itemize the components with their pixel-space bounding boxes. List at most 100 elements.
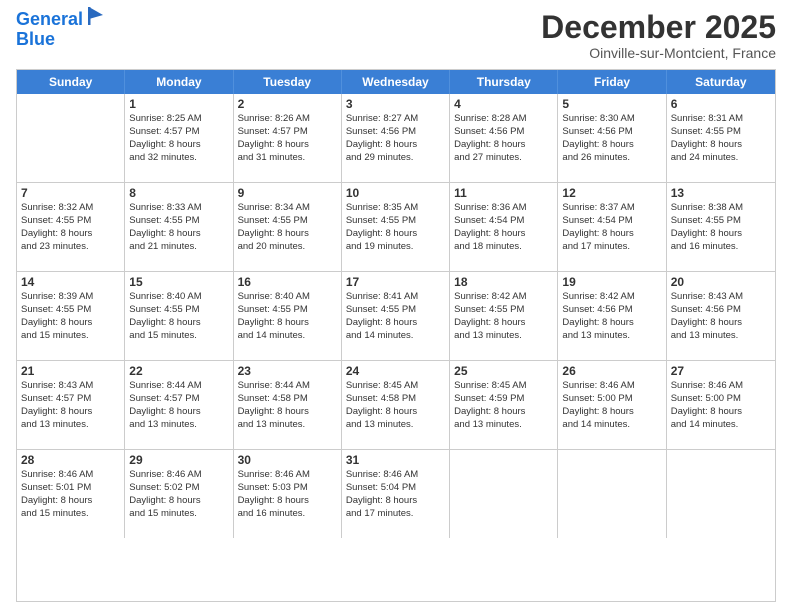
calendar-cell (558, 450, 666, 538)
calendar-cell: 7Sunrise: 8:32 AMSunset: 4:55 PMDaylight… (17, 183, 125, 271)
day-info: Sunrise: 8:39 AMSunset: 4:55 PMDaylight:… (21, 291, 120, 342)
calendar-cell: 27 Sunrise: 8:46 AMSunset: 5:00 PMDayligh… (667, 361, 775, 449)
calendar-cell: 31 Sunrise: 8:46 AMSunset: 5:04 PMDayligh… (342, 450, 450, 538)
title-section: December 2025 Oinville-sur-Montcient, Fr… (541, 10, 776, 61)
day-number: 22 (129, 364, 228, 378)
day-info: Sunrise: 8:46 AMSunset: 5:02 PMDaylight:… (129, 469, 228, 520)
calendar-cell: 5 Sunrise: 8:30 AMSunset: 4:56 PMDaylight… (558, 94, 666, 182)
calendar-cell (17, 94, 125, 182)
day-number: 4 (454, 97, 553, 111)
calendar-cell: 18 Sunrise: 8:42 AMSunset: 4:55 PMDayligh… (450, 272, 558, 360)
day-number: 11 (454, 186, 553, 200)
weekday-header: Thursday (450, 70, 558, 94)
calendar-cell: 20 Sunrise: 8:43 AMSunset: 4:56 PMDayligh… (667, 272, 775, 360)
calendar-row: 28Sunrise: 8:46 AMSunset: 5:01 PMDayligh… (17, 450, 775, 538)
calendar-header: SundayMondayTuesdayWednesdayThursdayFrid… (17, 70, 775, 94)
calendar-cell: 17Sunrise: 8:41 AMSunset: 4:55 PMDayligh… (342, 272, 450, 360)
day-info: Sunrise: 8:46 AMSunset: 5:00 PMDaylight:… (562, 380, 661, 431)
day-number: 21 (21, 364, 120, 378)
day-info: Sunrise: 8:46 AMSunset: 5:04 PMDaylight:… (346, 469, 445, 520)
weekday-header: Friday (558, 70, 666, 94)
day-number: 13 (671, 186, 771, 200)
day-info: Sunrise: 8:30 AMSunset: 4:56 PMDaylight:… (562, 113, 661, 164)
day-number: 18 (454, 275, 553, 289)
day-number: 26 (562, 364, 661, 378)
weekday-header: Sunday (17, 70, 125, 94)
calendar-row: 14Sunrise: 8:39 AMSunset: 4:55 PMDayligh… (17, 272, 775, 361)
day-number: 6 (671, 97, 771, 111)
calendar-cell: 16Sunrise: 8:40 AMSunset: 4:55 PMDayligh… (234, 272, 342, 360)
day-info: Sunrise: 8:31 AMSunset: 4:55 PMDaylight:… (671, 113, 771, 164)
day-info: Sunrise: 8:40 AMSunset: 4:55 PMDaylight:… (238, 291, 337, 342)
calendar-row: 1Sunrise: 8:25 AMSunset: 4:57 PMDaylight… (17, 94, 775, 183)
day-number: 5 (562, 97, 661, 111)
day-number: 25 (454, 364, 553, 378)
day-info: Sunrise: 8:42 AMSunset: 4:55 PMDaylight:… (454, 291, 553, 342)
calendar-cell: 28Sunrise: 8:46 AMSunset: 5:01 PMDayligh… (17, 450, 125, 538)
logo: General Blue (16, 10, 107, 50)
day-number: 15 (129, 275, 228, 289)
day-number: 19 (562, 275, 661, 289)
logo-text: General (16, 10, 83, 30)
day-info: Sunrise: 8:28 AMSunset: 4:56 PMDaylight:… (454, 113, 553, 164)
logo-icon (85, 5, 107, 27)
calendar-cell (667, 450, 775, 538)
day-info: Sunrise: 8:25 AMSunset: 4:57 PMDaylight:… (129, 113, 228, 164)
day-number: 30 (238, 453, 337, 467)
day-info: Sunrise: 8:45 AMSunset: 4:58 PMDaylight:… (346, 380, 445, 431)
calendar-body: 1Sunrise: 8:25 AMSunset: 4:57 PMDaylight… (17, 94, 775, 538)
calendar-cell: 9 Sunrise: 8:34 AMSunset: 4:55 PMDaylight… (234, 183, 342, 271)
day-number: 24 (346, 364, 445, 378)
day-number: 31 (346, 453, 445, 467)
day-info: Sunrise: 8:33 AMSunset: 4:55 PMDaylight:… (129, 202, 228, 253)
day-info: Sunrise: 8:32 AMSunset: 4:55 PMDaylight:… (21, 202, 120, 253)
calendar-row: 21Sunrise: 8:43 AMSunset: 4:57 PMDayligh… (17, 361, 775, 450)
logo-line2: Blue (16, 29, 55, 49)
weekday-header: Monday (125, 70, 233, 94)
day-info: Sunrise: 8:37 AMSunset: 4:54 PMDaylight:… (562, 202, 661, 253)
calendar-cell: 25 Sunrise: 8:45 AMSunset: 4:59 PMDayligh… (450, 361, 558, 449)
day-number: 12 (562, 186, 661, 200)
day-info: Sunrise: 8:46 AMSunset: 5:00 PMDaylight:… (671, 380, 771, 431)
header: General Blue December 2025 Oinville-sur-… (16, 10, 776, 61)
day-info: Sunrise: 8:46 AMSunset: 5:01 PMDaylight:… (21, 469, 120, 520)
day-number: 20 (671, 275, 771, 289)
day-number: 23 (238, 364, 337, 378)
calendar-cell: 22 Sunrise: 8:44 AMSunset: 4:57 PMDayligh… (125, 361, 233, 449)
logo-line1: General (16, 9, 83, 29)
page: General Blue December 2025 Oinville-sur-… (0, 0, 792, 612)
calendar-cell: 14Sunrise: 8:39 AMSunset: 4:55 PMDayligh… (17, 272, 125, 360)
calendar-cell: 4 Sunrise: 8:28 AMSunset: 4:56 PMDaylight… (450, 94, 558, 182)
day-number: 27 (671, 364, 771, 378)
day-info: Sunrise: 8:43 AMSunset: 4:56 PMDaylight:… (671, 291, 771, 342)
day-number: 9 (238, 186, 337, 200)
calendar-cell: 8Sunrise: 8:33 AMSunset: 4:55 PMDaylight… (125, 183, 233, 271)
calendar-cell: 15Sunrise: 8:40 AMSunset: 4:55 PMDayligh… (125, 272, 233, 360)
day-number: 17 (346, 275, 445, 289)
calendar-row: 7Sunrise: 8:32 AMSunset: 4:55 PMDaylight… (17, 183, 775, 272)
calendar-cell: 13 Sunrise: 8:38 AMSunset: 4:55 PMDayligh… (667, 183, 775, 271)
location: Oinville-sur-Montcient, France (541, 45, 776, 61)
day-info: Sunrise: 8:38 AMSunset: 4:55 PMDaylight:… (671, 202, 771, 253)
day-info: Sunrise: 8:45 AMSunset: 4:59 PMDaylight:… (454, 380, 553, 431)
day-info: Sunrise: 8:44 AMSunset: 4:58 PMDaylight:… (238, 380, 337, 431)
weekday-header: Tuesday (234, 70, 342, 94)
calendar-cell: 29 Sunrise: 8:46 AMSunset: 5:02 PMDayligh… (125, 450, 233, 538)
calendar-cell: 10Sunrise: 8:35 AMSunset: 4:55 PMDayligh… (342, 183, 450, 271)
day-number: 3 (346, 97, 445, 111)
day-info: Sunrise: 8:34 AMSunset: 4:55 PMDaylight:… (238, 202, 337, 253)
day-number: 29 (129, 453, 228, 467)
day-info: Sunrise: 8:35 AMSunset: 4:55 PMDaylight:… (346, 202, 445, 253)
day-info: Sunrise: 8:44 AMSunset: 4:57 PMDaylight:… (129, 380, 228, 431)
calendar-cell: 30Sunrise: 8:46 AMSunset: 5:03 PMDayligh… (234, 450, 342, 538)
calendar-cell: 3Sunrise: 8:27 AMSunset: 4:56 PMDaylight… (342, 94, 450, 182)
calendar-cell: 19 Sunrise: 8:42 AMSunset: 4:56 PMDayligh… (558, 272, 666, 360)
weekday-header: Saturday (667, 70, 775, 94)
month-title: December 2025 (541, 10, 776, 45)
day-info: Sunrise: 8:26 AMSunset: 4:57 PMDaylight:… (238, 113, 337, 164)
day-info: Sunrise: 8:42 AMSunset: 4:56 PMDaylight:… (562, 291, 661, 342)
weekday-header: Wednesday (342, 70, 450, 94)
calendar-cell: 1Sunrise: 8:25 AMSunset: 4:57 PMDaylight… (125, 94, 233, 182)
calendar-cell: 6 Sunrise: 8:31 AMSunset: 4:55 PMDaylight… (667, 94, 775, 182)
calendar-cell: 23 Sunrise: 8:44 AMSunset: 4:58 PMDayligh… (234, 361, 342, 449)
